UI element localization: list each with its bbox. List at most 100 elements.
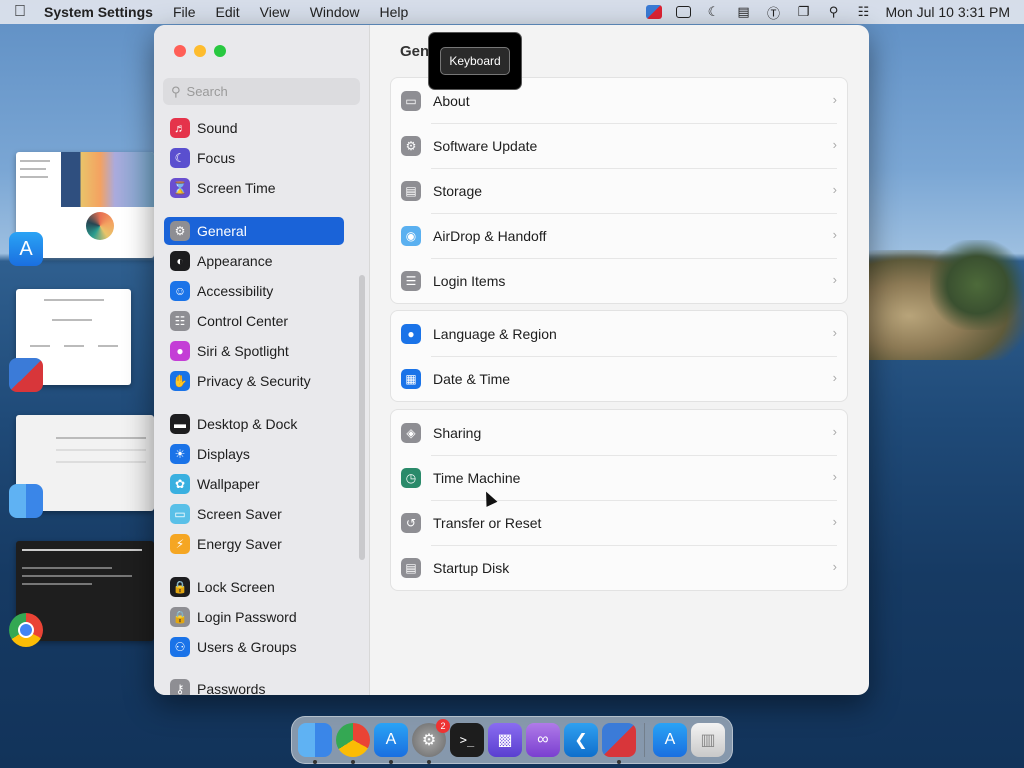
list-icon: ☰ bbox=[401, 270, 421, 291]
row-sharing[interactable]: ◈ Sharing › bbox=[391, 410, 847, 455]
sidebar-item-focus[interactable]: ☾ Focus bbox=[164, 144, 344, 172]
control-center-icon[interactable]: ☷ bbox=[855, 4, 871, 19]
chrome-icon[interactable] bbox=[9, 613, 43, 647]
sidebar-item-control-center[interactable]: ☷ Control Center bbox=[164, 307, 344, 335]
menu-window[interactable]: Window bbox=[310, 4, 360, 20]
app-menu[interactable]: System Settings bbox=[44, 4, 153, 20]
sidebar-item-label: Passwords bbox=[197, 681, 266, 695]
focus-moon-icon[interactable]: ☾ bbox=[705, 4, 721, 19]
sidebar-item-users-groups[interactable]: ⚇ Users & Groups bbox=[164, 633, 344, 661]
row-label: Date & Time bbox=[433, 370, 511, 387]
sidebar-scrollbar[interactable] bbox=[359, 275, 365, 560]
menu-help[interactable]: Help bbox=[380, 4, 409, 20]
apple-menu-icon[interactable]:  bbox=[14, 3, 26, 21]
accessibility-status-icon[interactable]: Ⓣ bbox=[765, 5, 781, 21]
tooltip-label: Keyboard bbox=[440, 47, 510, 75]
display-status-icon[interactable] bbox=[676, 6, 692, 18]
sidebar: ⚲ ♬ Sound ☾ Focus ⌛ Screen Time ⚙ General ◐ Appea… bbox=[154, 25, 370, 695]
dock-system-settings-icon[interactable]: ⚙ 2 bbox=[412, 719, 450, 764]
row-login-items[interactable]: ☰ Login Items › bbox=[391, 258, 847, 303]
finder-icon[interactable] bbox=[9, 484, 43, 518]
airdrop-icon: ◉ bbox=[401, 225, 421, 246]
sidebar-item-label: Control Center bbox=[197, 313, 289, 329]
row-transfer-or-reset[interactable]: ↺ Transfer or Reset › bbox=[391, 500, 847, 545]
menu-view[interactable]: View bbox=[260, 4, 290, 20]
row-startup-disk[interactable]: ▤ Startup Disk › bbox=[391, 545, 847, 590]
minimize-button[interactable] bbox=[194, 45, 206, 57]
dock-trash-icon[interactable]: ▥ bbox=[691, 723, 725, 757]
sidebar-item-label: Accessibility bbox=[197, 283, 274, 299]
close-button[interactable] bbox=[174, 45, 186, 57]
sidebar-item-screen-time[interactable]: ⌛ Screen Time bbox=[164, 174, 344, 202]
sidebar-item-wallpaper[interactable]: ✿ Wallpaper bbox=[164, 470, 344, 498]
dock-app-store-icon[interactable]: A bbox=[374, 723, 408, 764]
dock-chrome-icon[interactable] bbox=[336, 723, 370, 764]
row-software-update[interactable]: ⚙ Software Update › bbox=[391, 123, 847, 168]
wallpaper-trees bbox=[930, 240, 1024, 330]
settings-group: ◈ Sharing › ◷ Time Machine › ↺ Transfer or Rese… bbox=[390, 409, 848, 591]
sidebar-item-sound[interactable]: ♬ Sound bbox=[164, 114, 344, 142]
parallels-status-icon[interactable] bbox=[646, 5, 663, 19]
sidebar-item-appearance[interactable]: ◐ Appearance bbox=[164, 247, 344, 275]
settings-group: ▭ About › ⚙ Software Update › ▤ Storage › ◉ AirDro… bbox=[390, 77, 848, 304]
sidebar-item-desktop-dock[interactable]: ▬ Desktop & Dock bbox=[164, 410, 344, 438]
sidebar-item-privacy-security[interactable]: ✋ Privacy & Security bbox=[164, 367, 344, 395]
parallels-icon[interactable] bbox=[9, 358, 43, 392]
keyboard-tooltip: Keyboard bbox=[428, 32, 522, 90]
content-pane: General ▭About›⚙Software Update›▤Storage… bbox=[370, 25, 869, 695]
sidebar-item-general[interactable]: ⚙ General bbox=[164, 217, 344, 245]
stage-manager-icon[interactable]: ▤ bbox=[735, 4, 751, 19]
dock-downloads-icon[interactable]: A bbox=[653, 723, 687, 757]
app-store-icon[interactable]: A bbox=[9, 232, 43, 266]
row-date-time[interactable]: ▦ Date & Time › bbox=[391, 356, 847, 401]
hand-icon: ✋ bbox=[170, 371, 190, 391]
sidebar-item-accessibility[interactable]: ☺ Accessibility bbox=[164, 277, 344, 305]
sidebar-item-login-password[interactable]: 🔒 Login Password bbox=[164, 603, 344, 631]
row-label: AirDrop & Handoff bbox=[433, 227, 547, 244]
row-label: Storage bbox=[433, 182, 483, 199]
row-airdrop-handoff[interactable]: ◉ AirDrop & Handoff › bbox=[391, 213, 847, 258]
calendar-icon: ▦ bbox=[401, 368, 421, 389]
sidebar-item-lock-screen[interactable]: 🔒 Lock Screen bbox=[164, 573, 344, 601]
chevron-right-icon: › bbox=[832, 325, 837, 340]
row-label: Software Update bbox=[433, 137, 538, 154]
display-icon: ▭ bbox=[401, 90, 421, 111]
zoom-button[interactable] bbox=[214, 45, 226, 57]
sidebar-item-screen-saver[interactable]: ▭ Screen Saver bbox=[164, 500, 344, 528]
dock-parallels-icon[interactable] bbox=[602, 723, 636, 764]
sidebar-item-displays[interactable]: ☀ Displays bbox=[164, 440, 344, 468]
settings-group: ● Language & Region › ▦ Date & Time › bbox=[390, 310, 848, 402]
sidebar-item-label: Siri & Spotlight bbox=[197, 343, 289, 359]
sidebar-item-label: Energy Saver bbox=[197, 536, 282, 552]
search-field[interactable]: ⚲ bbox=[163, 78, 360, 105]
sidebar-item-label: General bbox=[197, 223, 247, 239]
menu-file[interactable]: File bbox=[173, 4, 196, 20]
sidebar-item-label: Screen Time bbox=[197, 180, 276, 196]
sidebar-item-passwords[interactable]: ⚷ Passwords bbox=[164, 675, 344, 695]
row-time-machine[interactable]: ◷ Time Machine › bbox=[391, 455, 847, 500]
sidebar-item-siri-spotlight[interactable]: ● Siri & Spotlight bbox=[164, 337, 344, 365]
menubar-clock[interactable]: Mon Jul 10 3:31 PM bbox=[885, 4, 1010, 20]
chevron-right-icon: › bbox=[832, 424, 837, 439]
dock-simulator-icon[interactable]: ▩ bbox=[488, 723, 522, 757]
appearance-icon: ◐ bbox=[170, 251, 190, 271]
row-language-region[interactable]: ● Language & Region › bbox=[391, 311, 847, 356]
users-icon: ⚇ bbox=[170, 637, 190, 657]
row-label: Transfer or Reset bbox=[433, 514, 542, 531]
sidebar-item-label: Displays bbox=[197, 446, 250, 462]
dock-vscode-icon[interactable]: ❮ bbox=[564, 723, 598, 757]
dock-terminal-icon[interactable]: >_ bbox=[450, 723, 484, 757]
dock-visual-studio-icon[interactable]: ∞ bbox=[526, 723, 560, 757]
window-status-icon[interactable]: ❐ bbox=[795, 4, 811, 19]
lock-icon: 🔒 bbox=[170, 577, 190, 597]
search-input[interactable] bbox=[186, 84, 347, 99]
row-storage[interactable]: ▤ Storage › bbox=[391, 168, 847, 213]
dock-finder-icon[interactable] bbox=[298, 723, 332, 764]
sidebar-item-label: Login Password bbox=[197, 609, 297, 625]
window-controls bbox=[174, 45, 226, 57]
key-icon: ⚷ bbox=[170, 679, 190, 695]
menu-edit[interactable]: Edit bbox=[216, 4, 240, 20]
spotlight-search-icon[interactable]: ⚲ bbox=[825, 4, 841, 19]
chevron-right-icon: › bbox=[832, 182, 837, 197]
sidebar-item-energy-saver[interactable]: ⚡ Energy Saver bbox=[164, 530, 344, 558]
